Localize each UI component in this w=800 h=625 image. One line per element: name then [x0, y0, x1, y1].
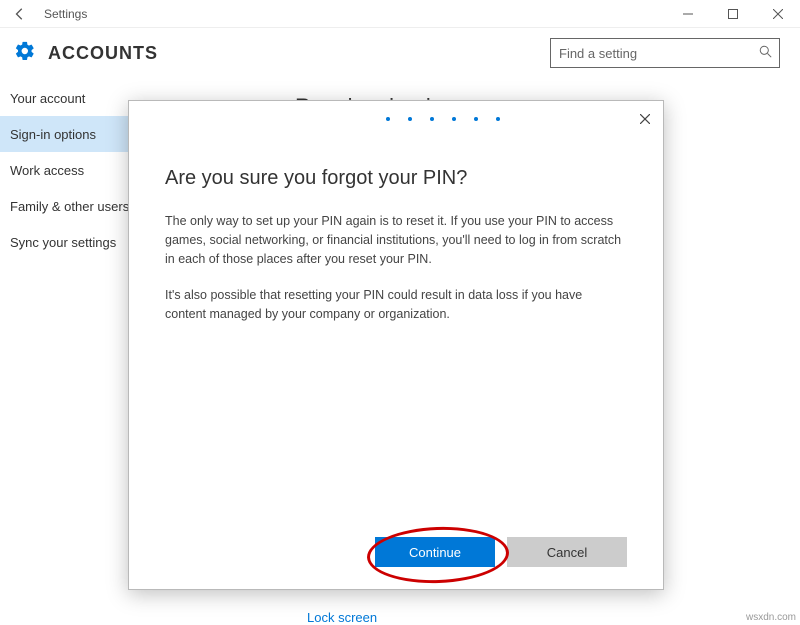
close-icon [773, 9, 783, 19]
sidebar-item-label: Your account [10, 91, 85, 106]
dialog-body: Are you sure you forgot your PIN? The on… [129, 101, 663, 324]
maximize-icon [728, 9, 738, 19]
search-container [550, 38, 780, 68]
sidebar-item-label: Family & other users [10, 199, 129, 214]
window-title: Settings [40, 7, 87, 21]
sidebar-item-label: Sync your settings [10, 235, 116, 250]
continue-button[interactable]: Continue [375, 537, 495, 567]
back-arrow-icon [13, 7, 27, 21]
cancel-button[interactable]: Cancel [507, 537, 627, 567]
sidebar-item-label: Sign-in options [10, 127, 96, 142]
dialog-title: Are you sure you forgot your PIN? [165, 167, 627, 190]
maximize-button[interactable] [710, 0, 755, 28]
window-controls [665, 0, 800, 28]
dialog-paragraph-1: The only way to set up your PIN again is… [165, 212, 625, 268]
header: ACCOUNTS [0, 28, 800, 78]
watermark: wsxdn.com [746, 612, 796, 623]
dialog-close-button[interactable] [635, 109, 655, 129]
page-title: ACCOUNTS [48, 43, 158, 64]
back-button[interactable] [0, 0, 40, 28]
minimize-button[interactable] [665, 0, 710, 28]
search-icon [759, 45, 772, 61]
minimize-icon [683, 9, 693, 19]
close-window-button[interactable] [755, 0, 800, 28]
sidebar-item-label: Work access [10, 163, 84, 178]
lock-screen-link[interactable]: Lock screen [301, 610, 377, 625]
gear-icon [14, 40, 36, 67]
search-input[interactable] [550, 38, 780, 68]
close-icon [640, 114, 650, 124]
dialog-buttons: Continue Cancel [375, 537, 627, 567]
progress-dots [386, 117, 500, 121]
forgot-pin-dialog: Are you sure you forgot your PIN? The on… [128, 100, 664, 590]
dialog-paragraph-2: It's also possible that resetting your P… [165, 286, 625, 324]
title-bar: Settings [0, 0, 800, 28]
